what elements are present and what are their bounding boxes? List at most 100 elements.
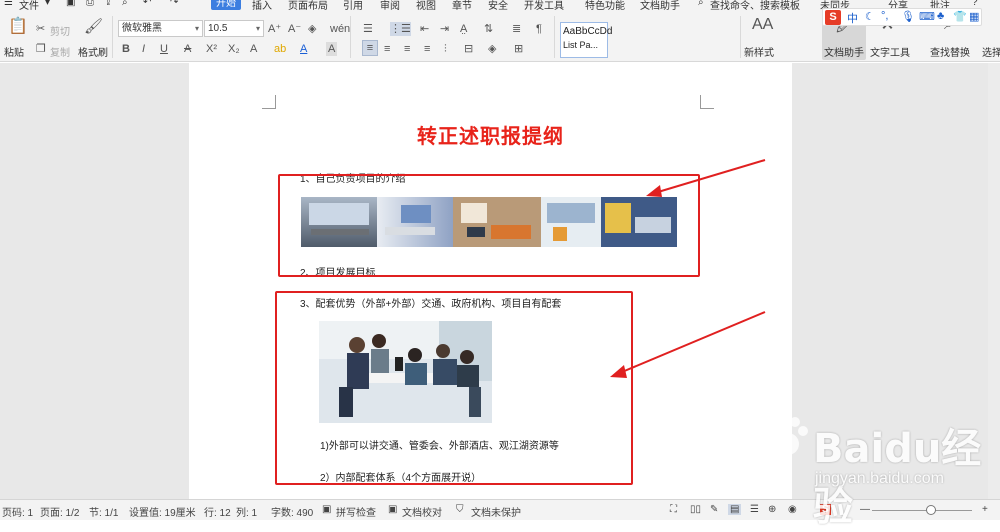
font-size-select[interactable]: 10.5 ▾	[204, 20, 264, 37]
read-mode-icon[interactable]: ▯▯	[690, 504, 701, 515]
superscript-icon[interactable]: X²	[206, 42, 217, 56]
grow-font-icon[interactable]: A⁺	[268, 22, 281, 36]
web-view-icon[interactable]: ⊕	[768, 504, 776, 515]
command-search[interactable]: 查找命令、搜索模板	[710, 0, 800, 12]
tab-stops-icon[interactable]: ⊟	[464, 42, 473, 56]
status-row: 行: 12	[204, 508, 231, 519]
clear-format-icon[interactable]: ◈	[308, 22, 316, 36]
punctuation-icon[interactable]: °,	[881, 10, 888, 22]
status-section[interactable]: 节: 1/1	[89, 504, 118, 519]
print-icon[interactable]: ⎙	[86, 0, 94, 8]
tab-view[interactable]: 视图	[416, 0, 436, 12]
cut-button[interactable]: 剪切	[50, 23, 70, 38]
copy-button[interactable]: 复制	[50, 44, 70, 59]
undo-icon[interactable]: ↶	[143, 0, 151, 8]
export-icon[interactable]: ⇪	[104, 0, 112, 8]
ime-mode[interactable]: 中	[847, 10, 858, 26]
format-painter-button[interactable]: 格式刷	[78, 44, 108, 59]
strikethrough-icon[interactable]: A	[184, 42, 191, 56]
font-color-icon[interactable]: A	[300, 42, 307, 56]
new-style-button[interactable]: 新样式	[744, 44, 774, 59]
hamburger-icon[interactable]: ☰	[4, 0, 13, 8]
sogou-logo[interactable]: S	[825, 10, 841, 25]
baidu-watermark: Baidu经验 jingyan.baidu.com	[765, 408, 995, 530]
new-style-icon[interactable]: AA	[752, 17, 773, 33]
borders-icon[interactable]: ⊞	[514, 42, 523, 56]
subscript-icon[interactable]: X₂	[228, 42, 240, 56]
underline-button[interactable]: U	[160, 42, 168, 56]
tab-insert[interactable]: 插入	[252, 0, 272, 12]
char-shading-icon[interactable]: A	[326, 42, 338, 56]
tab-features[interactable]: 特色功能	[585, 0, 625, 12]
pen-icon[interactable]: ✎	[710, 504, 718, 515]
status-words[interactable]: 字数: 490	[271, 504, 313, 519]
highlight-icon[interactable]: ab	[274, 42, 286, 56]
tab-review[interactable]: 审阅	[380, 0, 400, 12]
bold-button[interactable]: B	[122, 42, 130, 56]
numbered-list-icon[interactable]: ⋮☰	[390, 22, 411, 36]
phonetic-icon[interactable]: wén	[330, 22, 350, 36]
copy-icon[interactable]: ❐	[36, 42, 46, 56]
align-right-icon[interactable]: ≡	[404, 42, 410, 56]
status-setting[interactable]: 设置值: 19厘米	[129, 504, 196, 519]
redo-icon[interactable]: ↷	[170, 0, 178, 8]
search-icon[interactable]: ⌕	[698, 0, 704, 8]
italic-button[interactable]: I	[142, 42, 145, 56]
chinese-layout-icon[interactable]: A̤	[460, 22, 467, 36]
chevron-down-icon[interactable]: ▾	[45, 0, 50, 8]
spell-check-button[interactable]: 拼写检查	[336, 504, 376, 519]
status-page-code[interactable]: 页码: 1	[2, 504, 33, 519]
status-page[interactable]: 页面: 1/2	[40, 504, 79, 519]
fullscreen-icon[interactable]: ⛶	[670, 504, 677, 515]
eye-icon[interactable]: ◉	[788, 504, 797, 515]
keyboard-icon[interactable]: ⌨	[919, 10, 935, 23]
format-painter-icon[interactable]: 🖌	[84, 19, 103, 34]
align-left-icon[interactable]: ≡	[362, 40, 378, 56]
outline-view-icon[interactable]: ☰	[750, 504, 759, 515]
distribute-icon[interactable]: ⫶	[444, 42, 447, 56]
paste-button[interactable]: 粘贴	[4, 44, 24, 59]
preview-icon[interactable]: ⌕	[122, 0, 128, 8]
indent-icon[interactable]: ⇥	[440, 22, 449, 36]
line-spacing-icon[interactable]: ≣	[512, 22, 521, 36]
sort-icon[interactable]: ⇅	[484, 22, 493, 36]
tab-layout[interactable]: 页面布局	[288, 0, 328, 12]
font-family-select[interactable]: 微软雅黑 ▾	[118, 20, 203, 37]
justify-icon[interactable]: ≡	[424, 42, 430, 56]
page-view-icon[interactable]: ▤	[728, 504, 742, 515]
tab-security[interactable]: 安全	[488, 0, 508, 12]
microphone-icon[interactable]: 🎙	[901, 10, 915, 23]
skin-icon[interactable]: ♣	[937, 10, 944, 22]
tab-start[interactable]: 开始	[211, 0, 241, 10]
select-button[interactable]: 选择	[982, 44, 1000, 59]
shading-icon[interactable]: ◈	[488, 42, 496, 56]
spell-check-icon[interactable]: ▣	[322, 504, 331, 515]
tab-chapter[interactable]: 章节	[452, 0, 472, 12]
style-normal[interactable]: AaBbCcDd List Pa...	[560, 22, 612, 58]
find-replace-button[interactable]: 查找替换	[930, 44, 970, 59]
proof-icon[interactable]: ▣	[388, 504, 397, 515]
arrow-1	[657, 159, 766, 193]
arrow-2-head	[610, 365, 627, 378]
text-tools-button[interactable]: 文字工具	[870, 44, 910, 59]
protect-status[interactable]: 文档未保护	[471, 504, 521, 519]
text-effect-icon[interactable]: A	[250, 42, 257, 56]
moon-icon[interactable]: ☾	[865, 10, 875, 23]
shield-icon[interactable]: ⛉	[456, 504, 464, 515]
outdent-icon[interactable]: ⇤	[420, 22, 429, 36]
grid-icon[interactable]: ▦	[969, 10, 979, 23]
shirt-icon[interactable]: 👕	[953, 10, 967, 23]
menu-file[interactable]: 文件	[19, 0, 39, 12]
tab-developer[interactable]: 开发工具	[524, 0, 564, 12]
help-button[interactable]: ?	[972, 0, 978, 8]
save-icon[interactable]: ▣	[66, 0, 75, 8]
align-center-icon[interactable]: ≡	[384, 42, 390, 56]
shrink-font-icon[interactable]: A⁻	[288, 22, 301, 36]
tab-references[interactable]: 引用	[343, 0, 363, 12]
paste-icon[interactable]: 📋	[8, 19, 28, 35]
show-marks-icon[interactable]: ¶	[536, 22, 542, 36]
proof-button[interactable]: 文档校对	[402, 504, 442, 519]
cut-icon[interactable]: ✂	[36, 22, 45, 36]
bullet-list-icon[interactable]: ☰	[363, 22, 373, 36]
tab-doc-assistant[interactable]: 文档助手	[640, 0, 680, 12]
